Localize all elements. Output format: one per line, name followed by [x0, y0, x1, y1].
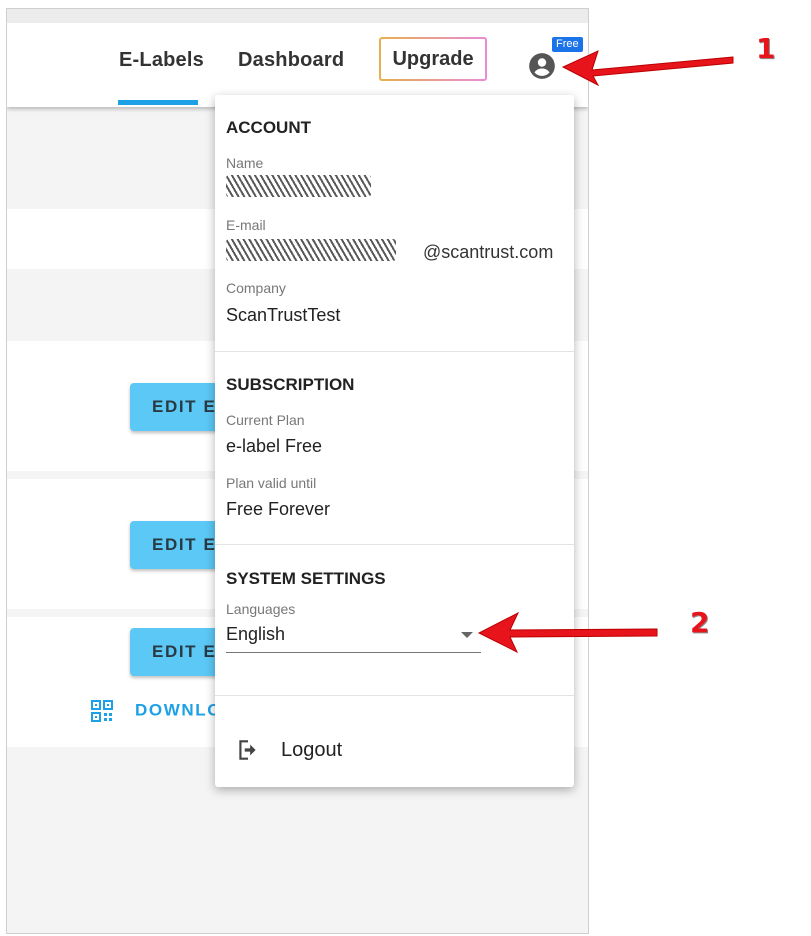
upgrade-button[interactable]: Upgrade — [379, 37, 487, 81]
language-value: English — [226, 624, 286, 644]
name-label: Name — [226, 155, 264, 171]
top-navigation-bar: E-Labels Dashboard Upgrade Free — [7, 9, 588, 107]
account-section-title: ACCOUNT — [226, 118, 311, 137]
email-domain: @scantrust.com — [423, 242, 554, 262]
company-value: ScanTrustTest — [226, 305, 341, 325]
redacted-email — [226, 239, 396, 261]
logout-label: Logout — [281, 739, 343, 761]
languages-label: Languages — [226, 601, 296, 617]
annotation-marker-1: 1 — [756, 32, 776, 65]
tab-e-labels[interactable]: E-Labels — [119, 49, 204, 72]
annotation-marker-2: 2 — [690, 606, 710, 639]
plan-valid-value: Free Forever — [226, 499, 331, 519]
qr-code-icon — [91, 700, 113, 722]
download-label: DOWNLO — [135, 700, 223, 720]
section-divider — [215, 351, 574, 352]
section-divider — [215, 695, 574, 696]
active-tab-indicator — [118, 100, 198, 105]
logout-button[interactable]: Logout — [235, 733, 555, 773]
logout-icon — [239, 740, 256, 760]
free-plan-badge: Free — [552, 37, 583, 52]
subscription-section-title: SUBSCRIPTION — [226, 375, 355, 394]
email-label: E-mail — [226, 217, 266, 233]
chevron-down-icon — [461, 632, 473, 638]
tab-dashboard[interactable]: Dashboard — [238, 49, 344, 72]
current-plan-label: Current Plan — [226, 412, 305, 428]
account-dropdown-menu: ACCOUNT Name E-mail @scantrust.com Compa… — [215, 95, 574, 787]
language-select[interactable]: English — [226, 620, 481, 653]
redacted-name — [226, 175, 371, 197]
company-label: Company — [226, 280, 286, 296]
top-strip — [7, 9, 588, 23]
account-circle-icon[interactable] — [528, 52, 556, 80]
current-plan-value: e-label Free — [226, 436, 323, 456]
system-settings-title: SYSTEM SETTINGS — [226, 569, 386, 588]
download-link[interactable]: DOWNLO — [91, 700, 222, 722]
plan-valid-label: Plan valid until — [226, 475, 317, 491]
section-divider — [215, 544, 574, 545]
